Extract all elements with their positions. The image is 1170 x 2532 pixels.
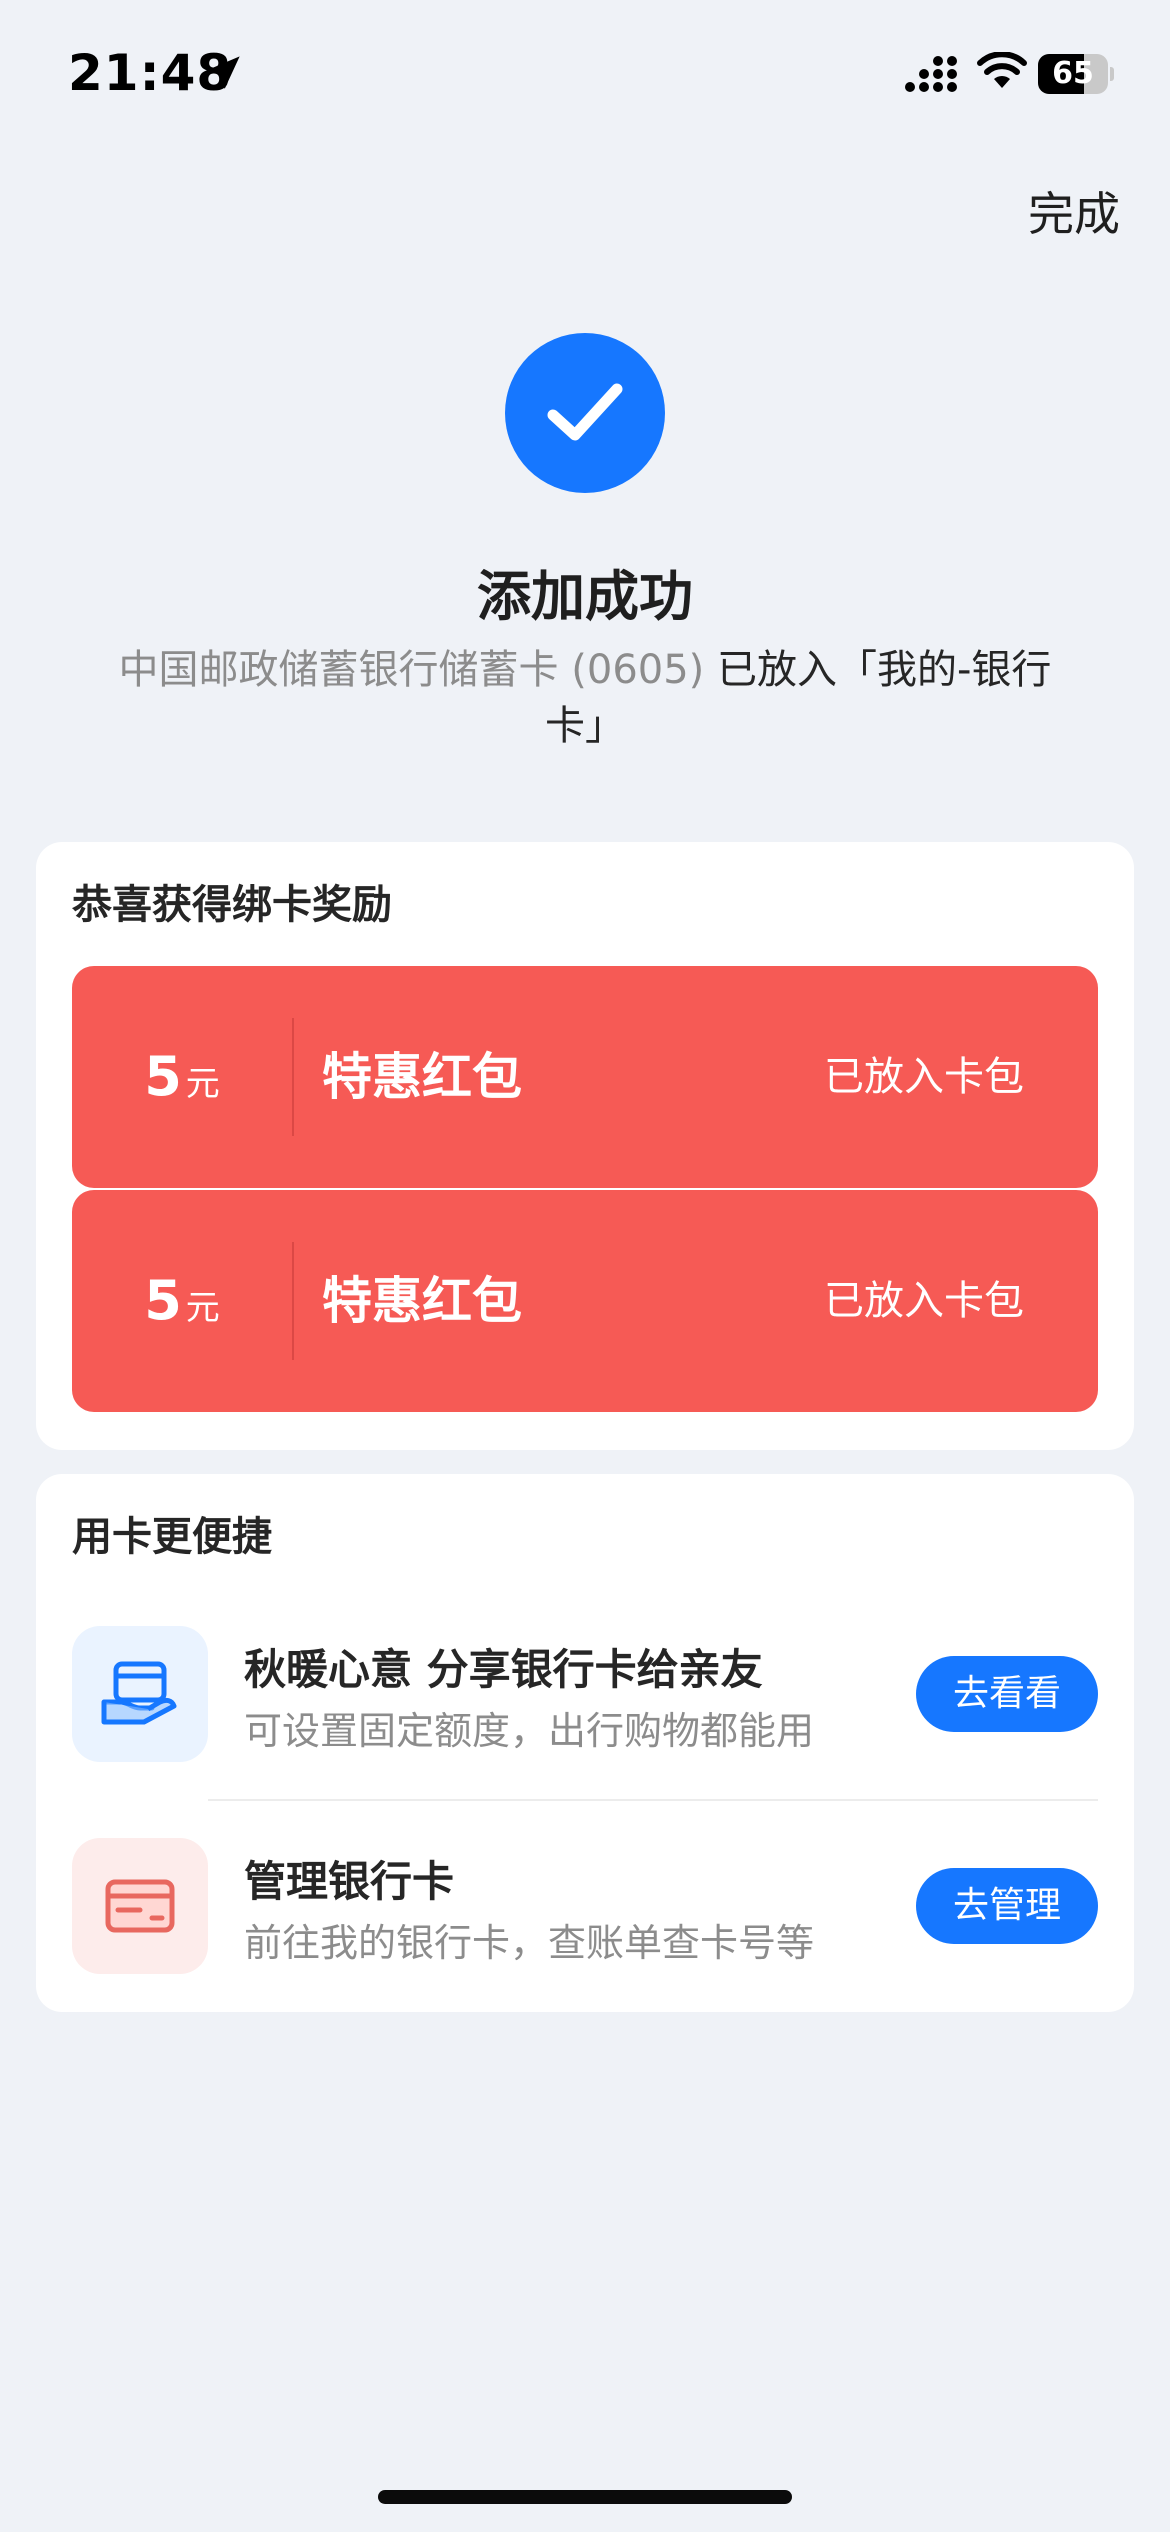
- manage-card-title: 管理银行卡: [244, 1857, 455, 1906]
- convenience-card: 用卡更便捷 秋暖心意 分享银行卡给亲友 可设置固定额度，出行购物都能用 去看看: [36, 1474, 1134, 2012]
- coupon-status: 已放入卡包: [824, 1278, 1024, 1324]
- page: 21:48 65 完成 添加成功 中国邮政储蓄银行储蓄卡 (0605) 已放入「…: [0, 0, 1170, 2532]
- bank-card-icon: [72, 1838, 208, 1974]
- wifi-icon: [977, 52, 1027, 88]
- coupon-name: 特惠红包: [322, 1272, 522, 1330]
- share-card-subtitle: 可设置固定额度，出行购物都能用: [244, 1709, 815, 1753]
- manage-card-row[interactable]: 管理银行卡 前往我的银行卡，查账单查卡号等 去管理: [36, 1838, 1134, 1978]
- coupon-amount-unit: 元: [185, 1288, 220, 1328]
- coupon-divider: [292, 1242, 294, 1360]
- success-check-badge: [505, 333, 665, 493]
- go-manage-button[interactable]: 去管理: [916, 1868, 1098, 1944]
- battery-icon: 65: [1038, 54, 1114, 94]
- checkmark-icon: [547, 383, 623, 441]
- coupon-amount-value: 5: [144, 1269, 182, 1332]
- success-description: 中国邮政储蓄银行储蓄卡 (0605) 已放入「我的-银行卡」: [90, 642, 1080, 754]
- card-in-hand-icon: [72, 1626, 208, 1762]
- cell-signal-icon: [905, 56, 957, 92]
- coupon-status: 已放入卡包: [824, 1054, 1024, 1100]
- coupon-item[interactable]: 5元 特惠红包 已放入卡包: [72, 966, 1098, 1188]
- card-name-text: 中国邮政储蓄银行储蓄卡 (0605): [118, 647, 705, 693]
- battery-level: 65: [1052, 56, 1094, 91]
- coupon-amount: 5元: [72, 1190, 292, 1412]
- coupon-name: 特惠红包: [322, 1048, 522, 1106]
- done-button[interactable]: 完成: [1028, 178, 1120, 244]
- reward-card: 恭喜获得绑卡奖励 5元 特惠红包 已放入卡包 5元 特惠红包 已放入卡包: [36, 842, 1134, 1450]
- coupon-amount: 5元: [72, 966, 292, 1188]
- coupon-item[interactable]: 5元 特惠红包 已放入卡包: [72, 1190, 1098, 1412]
- go-see-button[interactable]: 去看看: [916, 1656, 1098, 1732]
- home-indicator[interactable]: [378, 2490, 792, 2504]
- share-card-title: 秋暖心意 分享银行卡给亲友: [244, 1645, 763, 1694]
- coupon-divider: [292, 1018, 294, 1136]
- reward-card-title: 恭喜获得绑卡奖励: [72, 882, 392, 928]
- row-divider: [208, 1799, 1098, 1801]
- convenience-card-title: 用卡更便捷: [72, 1514, 272, 1560]
- success-title: 添加成功: [477, 565, 693, 628]
- share-card-row[interactable]: 秋暖心意 分享银行卡给亲友 可设置固定额度，出行购物都能用 去看看: [36, 1626, 1134, 1766]
- status-bar: 21:48 65: [0, 0, 1170, 150]
- coupon-amount-value: 5: [144, 1045, 182, 1108]
- manage-card-subtitle: 前往我的银行卡，查账单查卡号等: [244, 1921, 815, 1965]
- location-arrow-icon: [206, 56, 240, 89]
- coupon-amount-unit: 元: [185, 1064, 220, 1104]
